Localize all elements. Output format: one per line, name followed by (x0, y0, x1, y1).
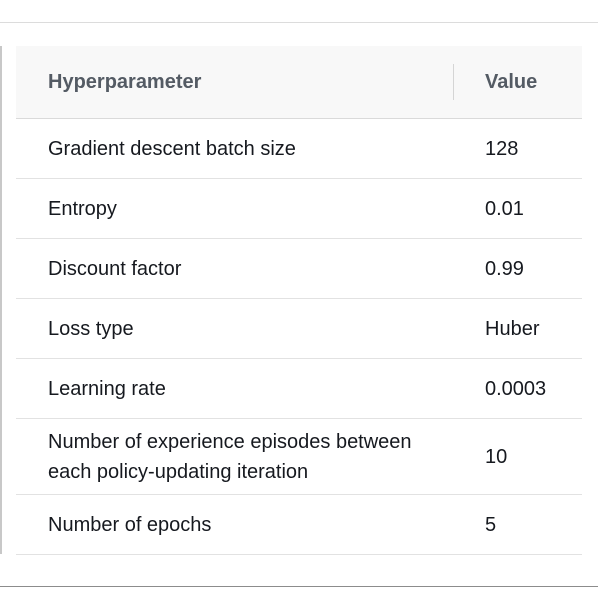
hyperparameter-name: Number of experience episodes between ea… (16, 418, 454, 495)
container-left-border (0, 46, 2, 554)
table-row: Number of epochs 5 (16, 494, 582, 555)
table-header-row: Hyperparameter Value (16, 46, 582, 119)
column-header-value: Value (454, 46, 582, 119)
page: Hyperparameter Value Gradient descent ba… (0, 0, 598, 590)
hyperparameter-value: 0.0003 (454, 358, 582, 419)
hyperparameter-value: 5 (454, 494, 582, 555)
hyperparameter-name: Discount factor (16, 238, 454, 299)
hyperparameter-name: Number of epochs (16, 494, 454, 555)
top-divider (0, 22, 598, 23)
column-header-value-label: Value (485, 70, 538, 93)
column-header-hyperparameter: Hyperparameter (16, 46, 454, 119)
hyperparameter-name: Entropy (16, 178, 454, 239)
table-row: Gradient descent batch size 128 (16, 118, 582, 179)
hyperparameter-table: Hyperparameter Value Gradient descent ba… (16, 46, 582, 555)
hyperparameter-value: 0.01 (454, 178, 582, 239)
table-row: Discount factor 0.99 (16, 238, 582, 299)
table-row: Loss type Huber (16, 298, 582, 359)
hyperparameter-value: Huber (454, 298, 582, 359)
bottom-divider (0, 586, 598, 587)
table-row: Entropy 0.01 (16, 178, 582, 239)
hyperparameter-table-container: Hyperparameter Value Gradient descent ba… (16, 46, 582, 555)
hyperparameter-value: 10 (454, 418, 582, 495)
hyperparameter-name: Gradient descent batch size (16, 118, 454, 179)
hyperparameter-name: Learning rate (16, 358, 454, 419)
table-row: Learning rate 0.0003 (16, 358, 582, 419)
hyperparameter-value: 128 (454, 118, 582, 179)
hyperparameter-name: Loss type (16, 298, 454, 359)
hyperparameter-value: 0.99 (454, 238, 582, 299)
table-row: Number of experience episodes between ea… (16, 418, 582, 495)
